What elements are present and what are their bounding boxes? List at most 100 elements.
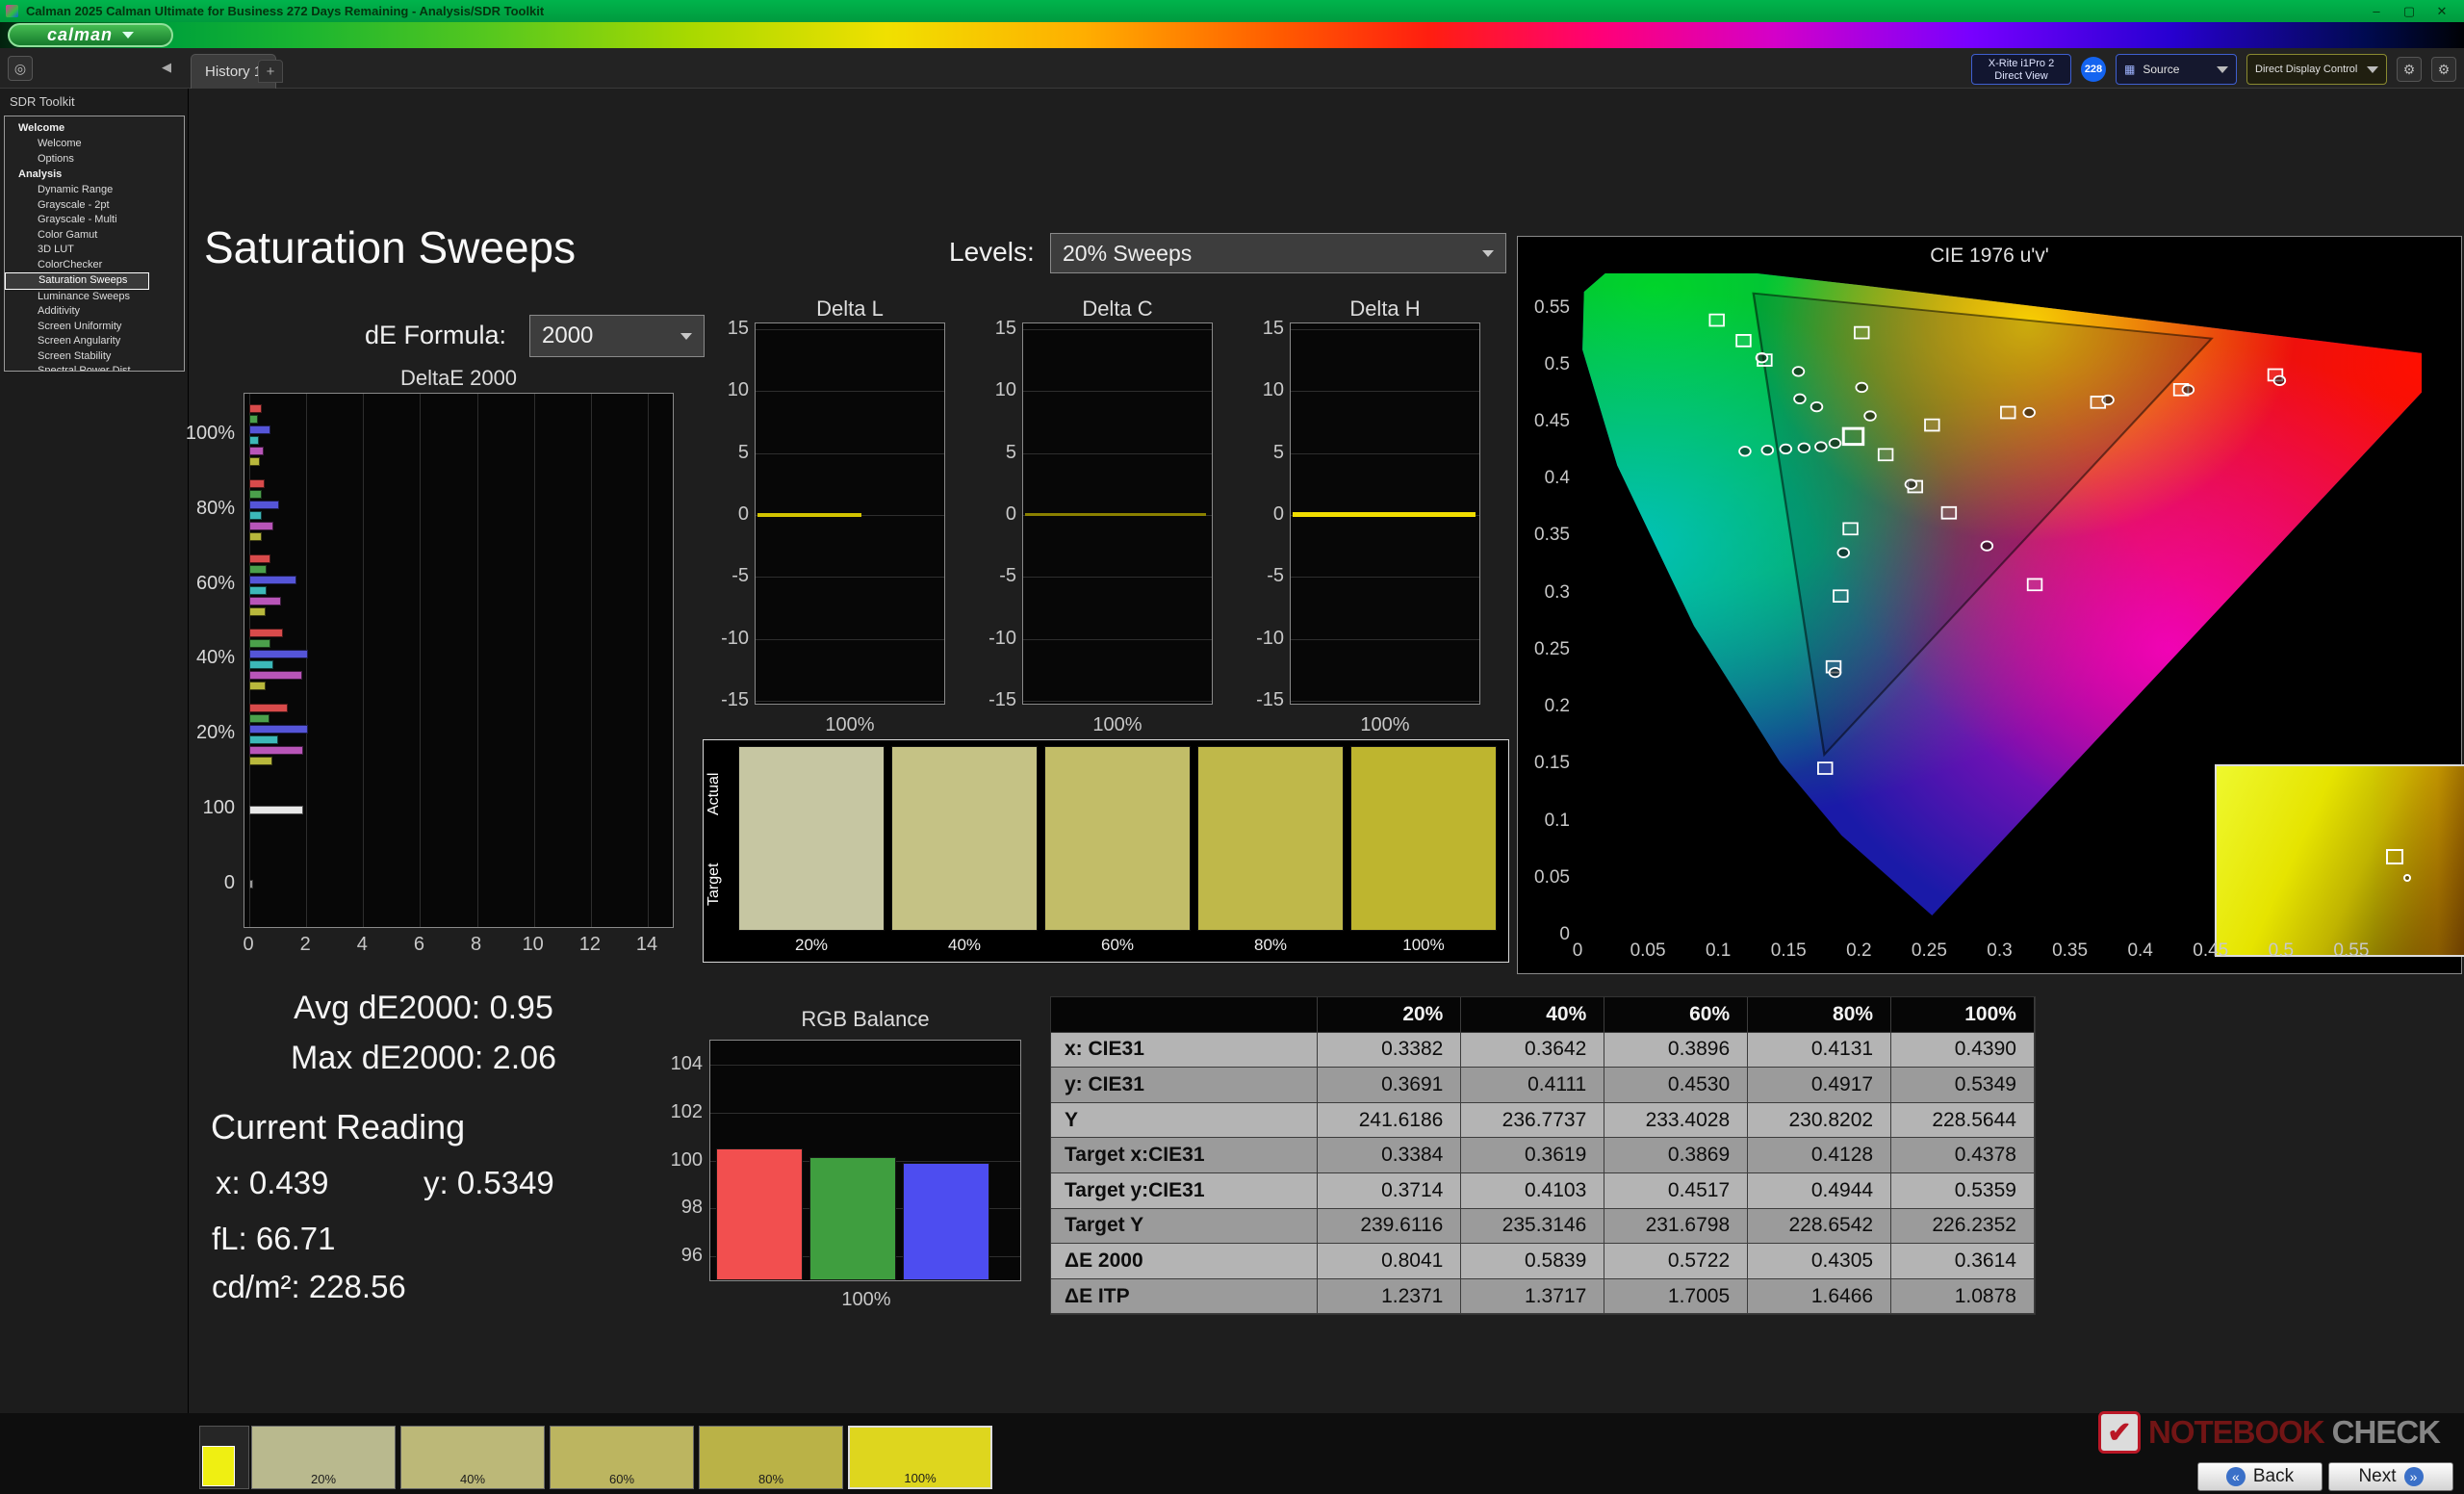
- workspace-menu-button[interactable]: ◎: [8, 56, 33, 81]
- patch-thumb-60[interactable]: 60%: [550, 1426, 694, 1489]
- sidebar-collapse-icon[interactable]: ◀: [162, 60, 171, 75]
- chevron-down-icon: [680, 332, 692, 340]
- de-bar-cyan: [249, 510, 263, 520]
- table-cell: 1.0878: [1891, 1278, 2035, 1315]
- levels-dropdown[interactable]: 20% Sweeps: [1050, 233, 1506, 273]
- de-bar-red: [249, 478, 266, 488]
- table-cell: 235.3146: [1461, 1208, 1605, 1245]
- meter-button[interactable]: X-Rite i1Pro 2 Direct View: [1971, 54, 2071, 85]
- delta-h-title: Delta H: [1349, 296, 1421, 321]
- current-patch-tile[interactable]: [199, 1426, 249, 1489]
- sidebar-item-grayscale-multi[interactable]: Grayscale - Multi: [5, 213, 184, 228]
- rgb-bar-blue: [903, 1163, 989, 1280]
- cie-target-marker: [1834, 590, 1848, 602]
- patch-thumb-40[interactable]: 40%: [400, 1426, 545, 1489]
- cie-measured-marker: [1739, 447, 1751, 455]
- calman-logo-button[interactable]: calman: [8, 23, 173, 47]
- de-bar-magenta: [249, 596, 281, 605]
- sidebar-item-saturation-sweeps[interactable]: Saturation Sweeps: [5, 272, 149, 290]
- axis-tick-label: 14: [635, 934, 658, 955]
- window-controls: – ▢ ✕: [2360, 4, 2458, 19]
- back-button[interactable]: « Back: [2197, 1462, 2323, 1491]
- axis-tick-label: 96: [680, 1245, 703, 1267]
- cie-measured-marker: [2102, 396, 2114, 404]
- table-cell: 0.3714: [1318, 1172, 1462, 1209]
- sidebar-item-grayscale-2pt[interactable]: Grayscale - 2pt: [5, 198, 184, 214]
- table-row: Target Y 239.6116 235.3146 231.6798 228.6542…: [1051, 1208, 2035, 1245]
- delta-zero-line: [1025, 513, 1207, 517]
- de-formula-dropdown[interactable]: 2000: [529, 315, 705, 357]
- sidebar-item-options[interactable]: Options: [5, 152, 184, 167]
- sidebar-item-spectral-power-dist[interactable]: Spectral Power Dist.: [5, 364, 184, 371]
- patch-thumb-20[interactable]: 20%: [251, 1426, 396, 1489]
- swatch-label: 80%: [1253, 936, 1288, 954]
- cie-target-marker: [1855, 327, 1869, 339]
- sidebar-item-screen-stability[interactable]: Screen Stability: [5, 349, 184, 365]
- table-row-label: y: CIE31: [1051, 1068, 1319, 1103]
- sidebar-item-colorchecker[interactable]: ColorChecker: [5, 258, 184, 273]
- rainbow-strip: [0, 22, 2464, 48]
- sidebar-item-screen-angularity[interactable]: Screen Angularity: [5, 334, 184, 349]
- cie-measured-marker: [1811, 402, 1823, 411]
- axis-tick-label: 0.1: [1544, 810, 1570, 831]
- axis-tick-label: -15: [988, 688, 1016, 710]
- axis-tick-label: 0: [737, 502, 749, 525]
- axis-tick-label: 0.4: [1544, 468, 1570, 489]
- patch-thumb-100[interactable]: 100%: [848, 1426, 992, 1489]
- gridline: [756, 329, 944, 330]
- source-dropdown[interactable]: ▦ Source: [2116, 54, 2237, 85]
- levels-value: 20% Sweeps: [1063, 240, 1193, 266]
- de-bar-cyan: [249, 585, 267, 595]
- gridline: [710, 1064, 1020, 1066]
- sidebar-item-color-gamut[interactable]: Color Gamut: [5, 228, 184, 244]
- chevron-down-icon: [1482, 249, 1494, 257]
- table-row-label: Target Y: [1051, 1208, 1319, 1245]
- sidebar-item-3d-lut[interactable]: 3D LUT: [5, 243, 184, 258]
- table-row: x: CIE31 0.3382 0.3642 0.3896 0.4131 0.4390: [1051, 1032, 2035, 1069]
- table-row-label: ΔE 2000: [1051, 1244, 1319, 1279]
- add-tab-button[interactable]: +: [258, 60, 283, 83]
- axis-tick-label: 80%: [195, 497, 235, 519]
- axis-tick-label: 4: [356, 934, 368, 955]
- sidebar-item-welcome[interactable]: Welcome: [5, 137, 184, 152]
- cie-measured-marker: [1798, 443, 1810, 451]
- sidebar-item-screen-uniformity[interactable]: Screen Uniformity: [5, 320, 184, 335]
- cie-target-marker: [2001, 407, 2015, 419]
- gridline: [1023, 391, 1212, 393]
- swatch-label: 20%: [794, 936, 829, 954]
- tree-section-welcome[interactable]: Welcome: [5, 120, 184, 137]
- minimize-button[interactable]: –: [2360, 4, 2393, 19]
- axis-tick-label: 15: [994, 318, 1016, 339]
- window-title: Calman 2025 Calman Ultimate for Business…: [26, 4, 545, 18]
- axis-tick-label: 5: [737, 441, 749, 463]
- axis-tick-label: 0.3: [1987, 940, 2013, 961]
- patch-thumb-label: 20%: [310, 1472, 337, 1486]
- close-button[interactable]: ✕: [2426, 4, 2458, 19]
- maximize-button[interactable]: ▢: [2393, 4, 2426, 19]
- axis-tick-label: 5: [1272, 441, 1284, 463]
- rgb-balance-plot: [709, 1040, 1021, 1281]
- de-bar-cyan: [249, 660, 274, 670]
- sidebar-item-luminance-sweeps[interactable]: Luminance Sweeps: [5, 290, 184, 305]
- next-button[interactable]: Next »: [2328, 1462, 2453, 1491]
- rgb-bar-red: [716, 1148, 803, 1280]
- gridline: [1291, 391, 1479, 393]
- settings-gear-button-2[interactable]: ⚙: [2431, 57, 2456, 82]
- next-label: Next: [2358, 1466, 2397, 1486]
- meter-reading-badge[interactable]: 228: [2081, 57, 2106, 82]
- settings-gear-button[interactable]: ⚙: [2397, 57, 2422, 82]
- axis-tick-label: 0: [1572, 940, 1583, 961]
- cie-measured-marker: [1864, 411, 1876, 420]
- display-control-dropdown[interactable]: Direct Display Control: [2246, 54, 2387, 85]
- tree-section-analysis[interactable]: Analysis: [5, 167, 184, 183]
- table-header-cell: 40%: [1461, 997, 1605, 1033]
- de-formula-label: dE Formula:: [365, 321, 507, 349]
- cie-measured-marker: [1761, 446, 1773, 454]
- sidebar-item-additivity[interactable]: Additivity: [5, 304, 184, 320]
- table-cell: 1.3717: [1461, 1278, 1605, 1315]
- patch-thumb-80[interactable]: 80%: [699, 1426, 843, 1489]
- table-row: ΔE 2000 0.8041 0.5839 0.5722 0.4305 0.3614: [1051, 1244, 2035, 1279]
- sidebar-item-dynamic-range[interactable]: Dynamic Range: [5, 183, 184, 198]
- table-row: Target y:CIE31 0.3714 0.4103 0.4517 0.4944 0.…: [1051, 1172, 2035, 1209]
- patch-thumb-label: 100%: [904, 1471, 937, 1485]
